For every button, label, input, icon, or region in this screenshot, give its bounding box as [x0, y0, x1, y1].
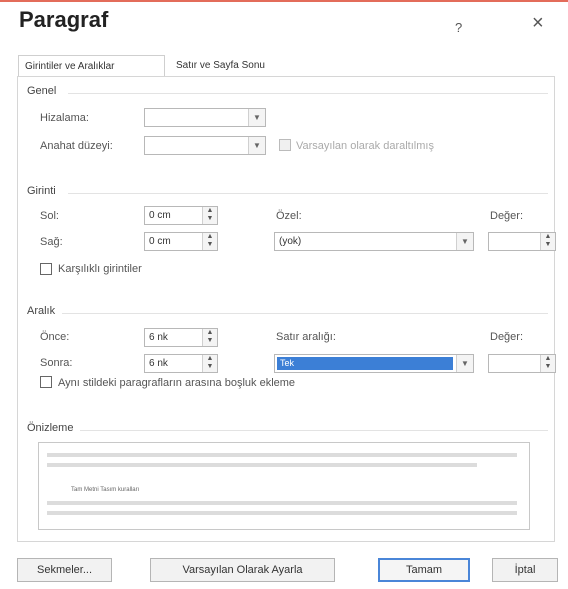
tab-indents-spacing[interactable]: Girintiler ve Aralıklar: [18, 55, 165, 77]
preview-line: [47, 511, 517, 515]
chevron-down-icon: ▼: [248, 137, 265, 154]
collapsed-checkbox[interactable]: [279, 139, 291, 151]
set-as-default-button[interactable]: Varsayılan Olarak Ayarla: [150, 558, 335, 582]
special-label: Özel:: [276, 210, 302, 222]
spinner-arrows-icon[interactable]: ▲ ▼: [540, 233, 555, 250]
line-spacing-label: Satır aralığı:: [276, 331, 336, 343]
alignment-label: Hizalama:: [40, 112, 89, 124]
section-general-title: Genel: [27, 85, 57, 97]
close-icon[interactable]: ×: [532, 13, 544, 33]
indent-by-label: Değer:: [490, 210, 524, 222]
indent-left-spinner[interactable]: 0 cm ▲ ▼: [144, 206, 218, 225]
spacing-before-value: 6 nk: [149, 332, 168, 343]
collapsed-label: Varsayılan olarak daraltılmış: [296, 140, 434, 152]
no-space-same-style-label: Aynı stildeki paragrafların arasına boşl…: [58, 377, 296, 389]
tab-line-page-breaks[interactable]: Satır ve Sayfa Sonu: [170, 55, 305, 77]
spacing-before-label: Önce:: [40, 331, 70, 343]
outline-level-select[interactable]: ▼: [144, 136, 266, 155]
spinner-arrows-icon[interactable]: ▲ ▼: [202, 355, 217, 372]
preview-box: Tam Metni Tasım kuralları: [38, 442, 530, 530]
section-divider: [68, 93, 548, 94]
spacing-at-label: Değer:: [490, 331, 524, 343]
spacing-after-value: 6 nk: [149, 358, 168, 369]
spacing-before-spinner[interactable]: 6 nk ▲ ▼: [144, 328, 218, 347]
indent-left-value: 0 cm: [149, 210, 171, 221]
line-spacing-value: Tek: [277, 357, 453, 370]
mirror-indents-label: Karşılıklı girintiler: [58, 263, 142, 275]
tabs-button[interactable]: Sekmeler...: [17, 558, 112, 582]
chevron-down-icon: ▼: [456, 355, 473, 372]
alignment-select[interactable]: ▼: [144, 108, 266, 127]
section-indent-title: Girinti: [27, 185, 56, 197]
help-button[interactable]: ?: [455, 20, 462, 35]
spacing-at-spinner[interactable]: ▲ ▼: [488, 354, 556, 373]
no-space-same-style-checkbox[interactable]: [40, 376, 52, 388]
indent-by-spinner[interactable]: ▲ ▼: [488, 232, 556, 251]
spacing-after-spinner[interactable]: 6 nk ▲ ▼: [144, 354, 218, 373]
special-value: (yok): [279, 236, 302, 247]
spinner-arrows-icon[interactable]: ▲ ▼: [540, 355, 555, 372]
indent-right-spinner[interactable]: 0 cm ▲ ▼: [144, 232, 218, 251]
cancel-button[interactable]: İptal: [492, 558, 558, 582]
dialog-title: Paragraf: [19, 7, 109, 32]
preview-line: [47, 501, 517, 505]
indent-left-label: Sol:: [40, 210, 59, 222]
ok-button[interactable]: Tamam: [378, 558, 470, 582]
preview-line: [47, 463, 477, 467]
section-spacing-title: Aralık: [27, 305, 56, 317]
section-divider: [68, 193, 548, 194]
outline-level-label: Anahat düzeyi:: [40, 140, 113, 152]
indent-right-value: 0 cm: [149, 236, 171, 247]
preview-sample-text: Tam Metni Tasım kuralları: [71, 487, 140, 493]
indent-right-label: Sağ:: [40, 236, 63, 248]
paragraph-dialog: Paragraf ? × Girintiler ve Aralıklar Sat…: [0, 0, 568, 589]
spinner-arrows-icon[interactable]: ▲ ▼: [202, 233, 217, 250]
chevron-down-icon: ▼: [456, 233, 473, 250]
mirror-indents-checkbox[interactable]: [40, 263, 52, 275]
accent-line: [0, 0, 568, 2]
line-spacing-select[interactable]: Tek ▼: [274, 354, 474, 373]
spinner-arrows-icon[interactable]: ▲ ▼: [202, 207, 217, 224]
spinner-arrows-icon[interactable]: ▲ ▼: [202, 329, 217, 346]
spacing-after-label: Sonra:: [40, 357, 73, 369]
section-divider: [80, 430, 548, 431]
special-select[interactable]: (yok) ▼: [274, 232, 474, 251]
section-preview-title: Önizleme: [27, 422, 74, 434]
preview-line: [47, 453, 517, 457]
chevron-down-icon: ▼: [248, 109, 265, 126]
section-divider: [62, 313, 548, 314]
